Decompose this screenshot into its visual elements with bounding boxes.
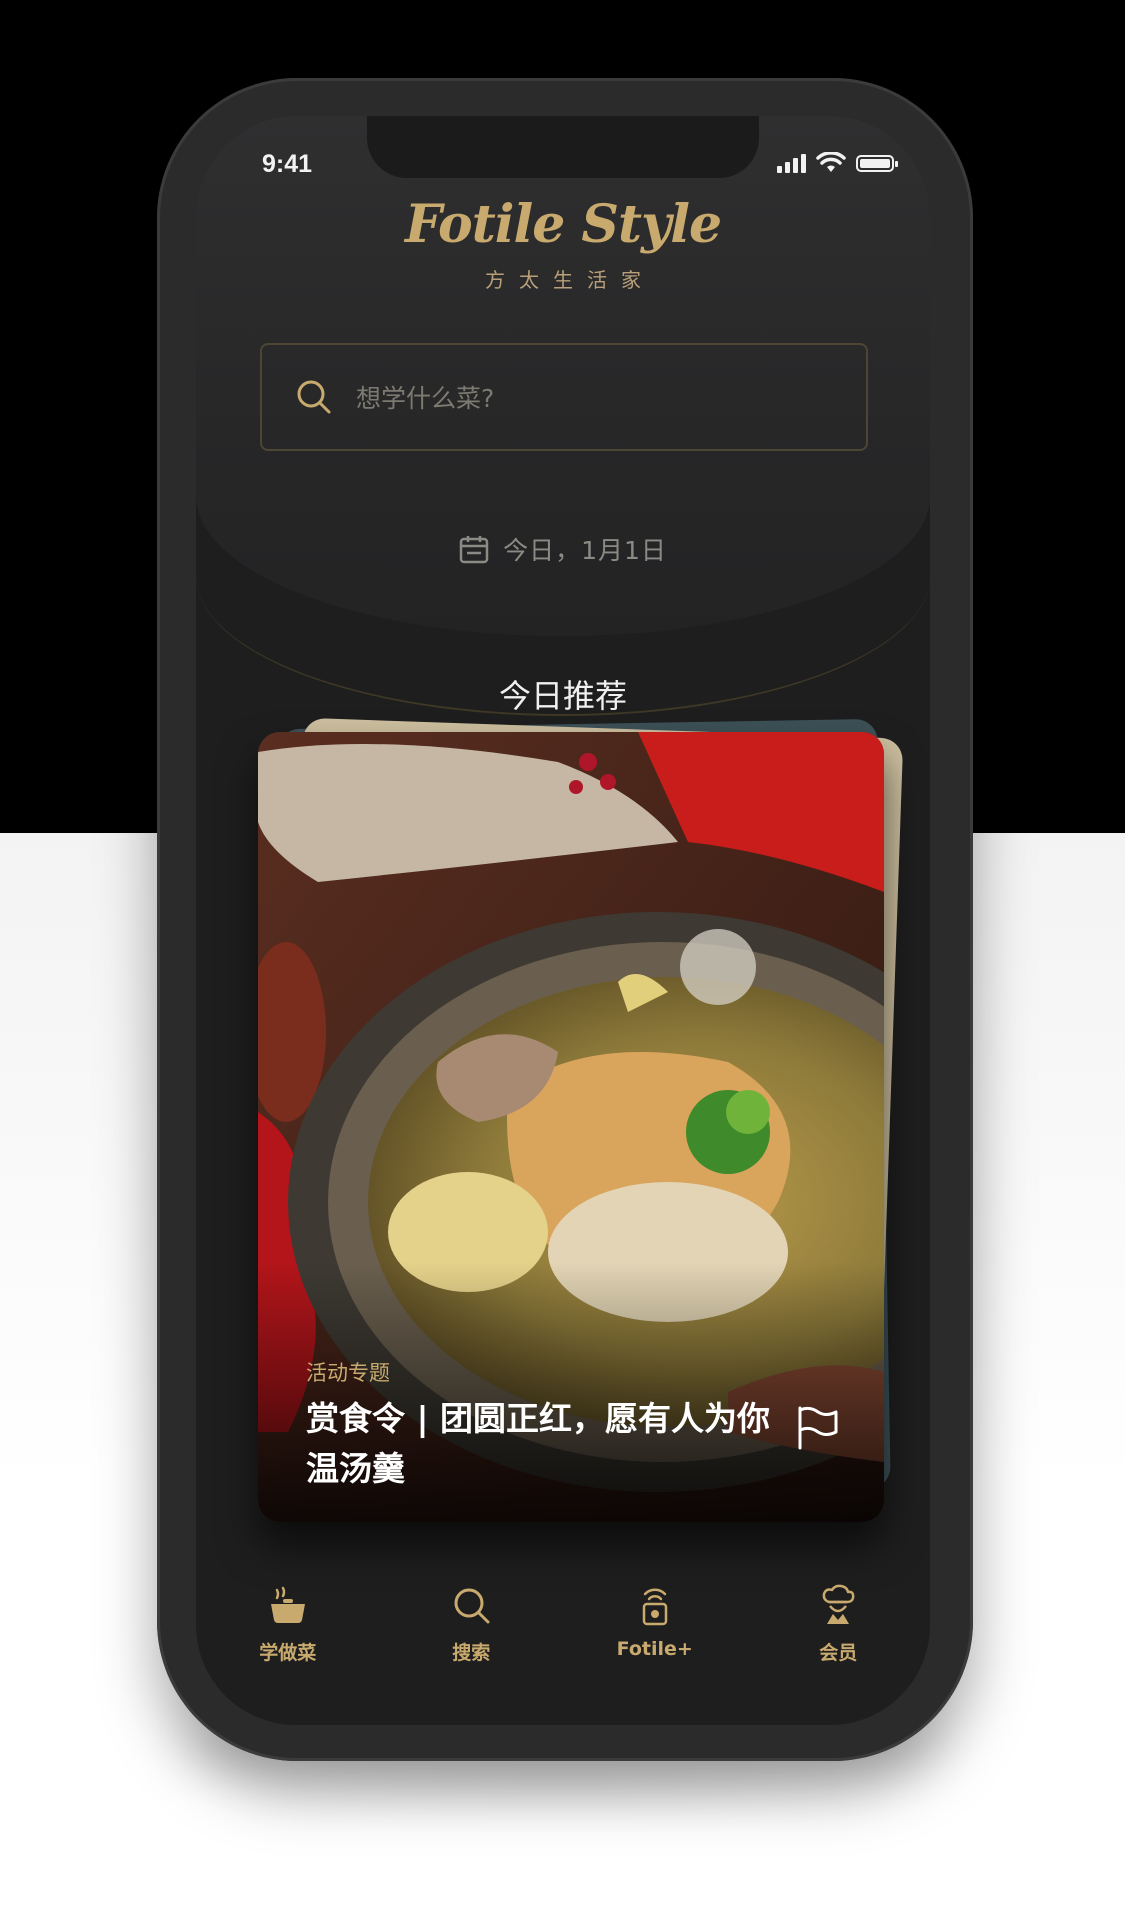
flag-icon[interactable] — [794, 1404, 840, 1450]
tab-member[interactable]: 会员 — [758, 1564, 918, 1665]
phone-screen: 9:41 Fotile Style 方太生活家 想学什么菜? 今日，1月1日 今… — [196, 116, 930, 1725]
tab-label-member: 会员 — [819, 1642, 858, 1664]
tab-label-search: 搜索 — [452, 1642, 491, 1664]
chef-hat-icon — [822, 1584, 855, 1624]
search-input[interactable]: 想学什么菜? — [356, 379, 494, 415]
smart-device-icon — [642, 1588, 667, 1626]
date-label: 今日，1月1日 — [503, 536, 667, 565]
brand-subtitle: 方太生活家 — [485, 268, 655, 292]
cooking-pot-icon — [270, 1586, 305, 1623]
wifi-icon — [816, 152, 846, 172]
search-bar[interactable]: 想学什么菜? — [260, 343, 868, 451]
calendar-icon — [459, 536, 489, 564]
notch — [367, 116, 759, 178]
brand-logo: Fotile Style — [404, 194, 722, 255]
tab-label-cooking: 学做菜 — [259, 1642, 317, 1664]
tab-fotile-plus[interactable]: Fotile+ — [575, 1564, 735, 1660]
section-title: 今日推荐 — [498, 677, 627, 715]
signal-icon — [777, 153, 806, 173]
tab-label-fotile-plus: Fotile+ — [616, 1638, 693, 1660]
status-icons — [777, 152, 898, 174]
status-time: 9:41 — [262, 150, 313, 178]
tab-bar: 学做菜 搜索 Fotile+ 会员 — [196, 1564, 930, 1724]
tab-cooking[interactable]: 学做菜 — [208, 1564, 368, 1665]
card-title: 赏食令 | 团圆正红，愿有人为你温汤羹 — [306, 1399, 771, 1488]
search-icon — [297, 380, 331, 414]
tab-search[interactable]: 搜索 — [391, 1564, 551, 1665]
search-icon — [454, 1588, 490, 1624]
battery-icon — [856, 154, 898, 172]
card-tag: 活动专题 — [306, 1361, 390, 1385]
date-row: 今日，1月1日 — [196, 531, 930, 567]
recommendation-card[interactable]: 活动专题 赏食令 | 团圆正红，愿有人为你温汤羹 — [258, 732, 884, 1522]
